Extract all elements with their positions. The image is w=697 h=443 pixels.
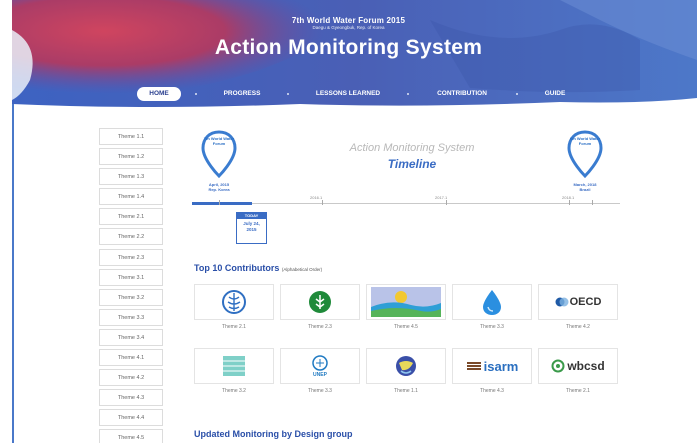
nav-guide[interactable]: GUIDE <box>530 87 580 101</box>
contributor-logo-card[interactable] <box>366 284 446 320</box>
timeline-tick <box>219 200 220 205</box>
end-date: March, 2018 Brazil <box>564 182 606 192</box>
contributor-caption: Theme 3.2 <box>222 388 246 394</box>
tick-label: 2017.1 <box>435 195 448 200</box>
wbcsd-logo-icon <box>551 359 565 373</box>
sidebar-item-theme[interactable]: Theme 1.4 <box>99 188 163 206</box>
end-forum-pin: 8th World Water Forum <box>566 130 604 180</box>
ifad-logo-icon <box>309 291 331 313</box>
theme-sidebar: Theme 1.1 Theme 1.2 Theme 1.3 Theme 1.4 … <box>99 128 163 443</box>
contributor-logo-card[interactable]: wbcsd <box>538 348 618 384</box>
forum-subtitle: Daegu & Gyeongbuk, Rep. of Korea <box>312 25 385 30</box>
start-date: April, 2015 Rep. Korea <box>198 182 240 192</box>
fao-logo-icon <box>222 290 246 314</box>
updated-monitoring-heading: Updated Monitoring by Design group <box>194 429 353 439</box>
sidebar-item-theme[interactable]: Theme 1.1 <box>99 128 163 145</box>
timeline-tick <box>446 200 447 205</box>
contributor-caption: Theme 2.1 <box>566 388 590 394</box>
sidebar-item-theme[interactable]: Theme 4.4 <box>99 409 163 427</box>
timeline-tick <box>322 200 323 205</box>
nav-separator <box>287 93 289 95</box>
sidebar-item-theme[interactable]: Theme 2.3 <box>99 248 163 266</box>
oecd-logo-icon <box>555 297 569 307</box>
nav-separator <box>407 93 409 95</box>
page-title: Action Monitoring System <box>214 36 483 59</box>
sidebar-item-theme[interactable]: Theme 4.2 <box>99 369 163 387</box>
wbcsd-logo-text: wbcsd <box>567 359 605 373</box>
unep-logo-icon <box>312 355 328 371</box>
end-date-place: Brazil <box>579 187 591 192</box>
nav-separator <box>195 93 197 95</box>
sidebar-item-theme[interactable]: Theme 3.3 <box>99 308 163 326</box>
oecd-logo-text: OECD <box>569 296 602 308</box>
tick-label: 2016.1 <box>310 195 323 200</box>
page: 7th World Water Forum 2015 Daegu & Gyeon… <box>0 0 697 443</box>
main-nav: HOME PROGRESS LESSONS LEARNED CONTRIBUTI… <box>0 87 697 103</box>
sidebar-item-theme[interactable]: Theme 1.2 <box>99 148 163 166</box>
contributor-caption: Theme 2.3 <box>308 324 332 330</box>
contributors-title: Top 10 Contributors <box>194 263 280 273</box>
contributor-caption: Theme 4.5 <box>394 324 418 330</box>
contributor-logo-card[interactable]: UNEP <box>280 348 360 384</box>
water-drop-logo-icon <box>483 290 501 315</box>
contributor-logo-card[interactable] <box>366 348 446 384</box>
contributors-note: (Alphabetical Order) <box>281 267 323 272</box>
contributor-logo-card[interactable]: isarm <box>452 348 532 384</box>
sidebar-item-theme[interactable]: Theme 3.4 <box>99 328 163 346</box>
today-date: July 24, 2015 <box>237 219 266 232</box>
sidebar-item-theme[interactable]: Theme 4.3 <box>99 389 163 407</box>
nav-contribution[interactable]: CONTRIBUTION <box>420 87 504 101</box>
contributor-caption: Theme 3.3 <box>308 388 332 394</box>
contributor-logo-card[interactable] <box>452 284 532 320</box>
sidebar-item-theme[interactable]: Theme 3.2 <box>99 288 163 306</box>
contributor-caption: Theme 1.1 <box>394 388 418 394</box>
nav-separator <box>516 93 518 95</box>
timeline-tick <box>592 200 593 205</box>
timeline-axis <box>192 203 620 204</box>
sidebar-item-theme[interactable]: Theme 3.1 <box>99 268 163 286</box>
today-date-year: 2015 <box>246 226 257 232</box>
unep-logo-text: UNEP <box>313 372 327 378</box>
nav-lessons-learned[interactable]: LESSONS LEARNED <box>300 87 396 101</box>
sidebar-item-theme[interactable]: Theme 2.1 <box>99 208 163 226</box>
nav-home[interactable]: HOME <box>137 87 181 101</box>
end-pin-label: 8th World Water Forum <box>569 136 601 146</box>
today-marker: TODAY July 24, 2015 <box>236 212 267 244</box>
start-pin-label: 7th World Water Forum <box>203 136 235 146</box>
timeline-title: Timeline <box>387 157 437 171</box>
isarm-logo-icon <box>466 362 481 370</box>
header-banner: 7th World Water Forum 2015 Daegu & Gyeon… <box>0 0 697 108</box>
contributor-logo-card[interactable] <box>194 348 274 384</box>
books-logo-icon <box>223 356 245 376</box>
contributor-logo-card[interactable] <box>194 284 274 320</box>
contributor-logo-card[interactable] <box>280 284 360 320</box>
contributor-caption: Theme 3.3 <box>480 324 504 330</box>
isarm-logo-text: isarm <box>483 358 519 374</box>
timeline-tick <box>569 200 570 205</box>
contributors-heading: Top 10 Contributors (Alphabetical Order) <box>194 263 322 273</box>
sidebar-item-theme[interactable]: Theme 4.5 <box>99 429 163 443</box>
contributor-caption: Theme 4.3 <box>480 388 504 394</box>
timeline-progress-bar <box>192 202 252 205</box>
timeline: 7th World Water Forum April, 2015 Rep. K… <box>192 128 620 246</box>
globe-logo-icon <box>396 356 416 376</box>
landscape-logo-icon <box>371 287 441 317</box>
contributor-caption: Theme 4.2 <box>566 324 590 330</box>
tick-label: 2018.1 <box>562 195 575 200</box>
sidebar-item-theme[interactable]: Theme 1.3 <box>99 168 163 186</box>
sidebar-item-theme[interactable]: Theme 4.1 <box>99 349 163 367</box>
sidebar-item-theme[interactable]: Theme 2.2 <box>99 228 163 246</box>
contributor-logo-card[interactable]: OECD <box>538 284 618 320</box>
forum-name: 7th World Water Forum 2015 <box>291 16 406 25</box>
contributor-caption: Theme 2.1 <box>222 324 246 330</box>
timeline-supertitle: Action Monitoring System <box>349 142 475 154</box>
nav-progress[interactable]: PROGRESS <box>212 87 272 101</box>
start-date-place: Rep. Korea <box>208 187 230 192</box>
start-forum-pin: 7th World Water Forum <box>200 130 238 180</box>
left-border-line <box>12 104 14 443</box>
